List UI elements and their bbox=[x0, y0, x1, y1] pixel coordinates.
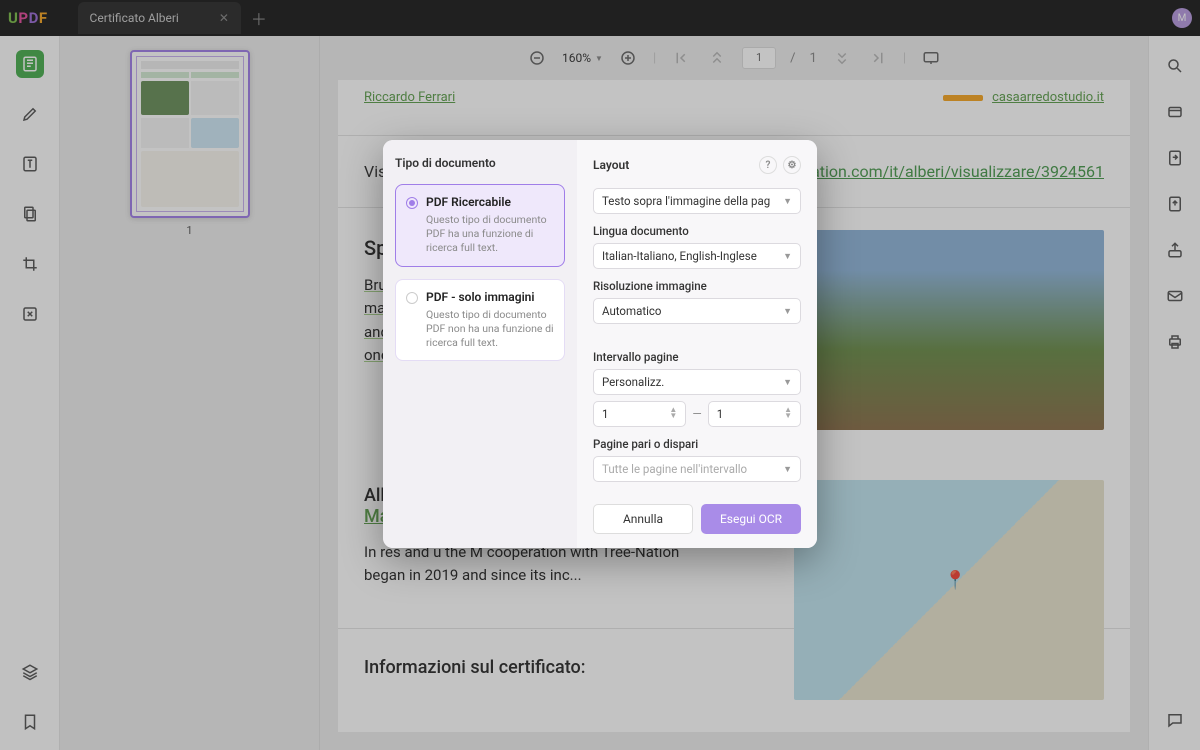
gear-icon[interactable]: ⚙ bbox=[783, 156, 801, 174]
chevron-down-icon: ▼ bbox=[783, 306, 792, 317]
layout-select[interactable]: Testo sopra l'immagine della pag▼ bbox=[593, 188, 801, 214]
radio-icon bbox=[406, 197, 418, 209]
doc-type-label: Tipo di documento bbox=[395, 156, 565, 170]
range-from-input[interactable]: 1 ▲▼ bbox=[593, 401, 686, 427]
ocr-modal: Tipo di documento PDF Ricercabile Questo… bbox=[383, 140, 817, 548]
radio-icon bbox=[406, 292, 418, 304]
option-image-only-pdf[interactable]: PDF - solo immagini Questo tipo di docum… bbox=[395, 279, 565, 362]
parity-label: Pagine pari o dispari bbox=[593, 437, 801, 451]
run-ocr-button[interactable]: Esegui OCR bbox=[701, 504, 801, 534]
parity-select[interactable]: Tutte le pagine nell'intervallo▼ bbox=[593, 456, 801, 482]
chevron-down-icon: ▼ bbox=[783, 377, 792, 388]
modal-overlay: Tipo di documento PDF Ricercabile Questo… bbox=[0, 0, 1200, 750]
stepper-icon[interactable]: ▲▼ bbox=[784, 407, 792, 421]
range-dash: — bbox=[692, 407, 701, 421]
cancel-button[interactable]: Annulla bbox=[593, 504, 693, 534]
chevron-down-icon: ▼ bbox=[783, 464, 792, 475]
resolution-label: Risoluzione immagine bbox=[593, 279, 801, 293]
help-icon[interactable]: ? bbox=[759, 156, 777, 174]
language-label: Lingua documento bbox=[593, 224, 801, 238]
stepper-icon[interactable]: ▲▼ bbox=[669, 407, 677, 421]
page-range-select[interactable]: Personalizz.▼ bbox=[593, 369, 801, 395]
page-range-label: Intervallo pagine bbox=[593, 350, 801, 364]
chevron-down-icon: ▼ bbox=[783, 251, 792, 262]
option-searchable-pdf[interactable]: PDF Ricercabile Questo tipo di documento… bbox=[395, 184, 565, 267]
resolution-select[interactable]: Automatico▼ bbox=[593, 298, 801, 324]
language-select[interactable]: Italian-Italiano, English-Inglese▼ bbox=[593, 243, 801, 269]
chevron-down-icon: ▼ bbox=[783, 196, 792, 207]
layout-label: Layout bbox=[593, 158, 629, 172]
range-to-input[interactable]: 1 ▲▼ bbox=[708, 401, 801, 427]
